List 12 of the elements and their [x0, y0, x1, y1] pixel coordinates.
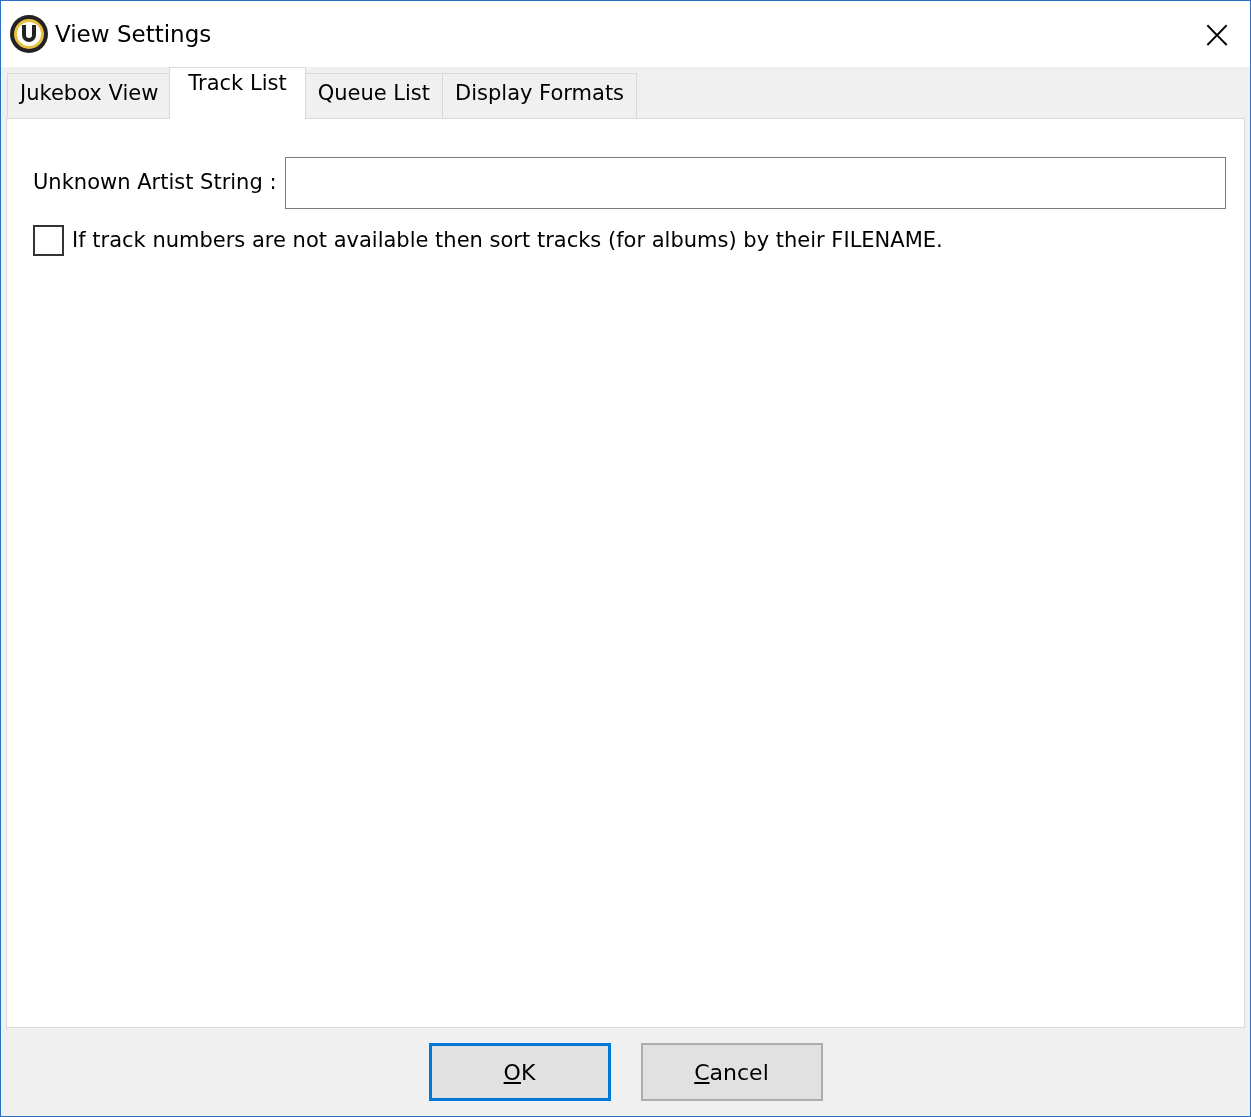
field-label: Unknown Artist String :: [33, 169, 277, 197]
tab[interactable]: Track List: [169, 67, 306, 119]
app-logo-icon: [9, 14, 49, 54]
dialog-button[interactable]: OK: [428, 1043, 611, 1101]
close-button[interactable]: ×: [1184, 1, 1250, 67]
tab[interactable]: Display Formats: [442, 73, 638, 119]
checkbox-label: If track numbers are not available then sort tracks (for albums) by their FILENAME.: [72, 227, 943, 254]
dialog-button[interactable]: Cancel: [640, 1043, 823, 1101]
window-title: View Settings: [55, 19, 212, 49]
input-field[interactable]: [284, 157, 1226, 209]
tab[interactable]: Jukebox View: [7, 73, 172, 119]
checkbox[interactable]: [33, 225, 64, 257]
